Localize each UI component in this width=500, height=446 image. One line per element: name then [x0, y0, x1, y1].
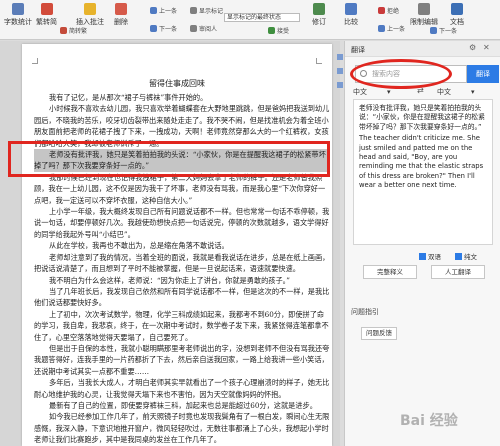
source-lang-label: 中文 — [353, 88, 367, 96]
pointer-icon[interactable] — [337, 54, 343, 60]
ribbon-small-button[interactable]: 接受 — [268, 26, 289, 35]
document-paragraph[interactable]: 老师却注意到了我的情况，当着全班的面说，我就是看我说话在进步，总是在纸上画画，把… — [34, 252, 330, 275]
review-ribbon: 字数统计 繁转简 插入批注 删除 修订 比较 限制编辑 文档 简转繁 上一条 下一条 显示标记 审阅人… — [0, 0, 500, 40]
pane-header: 翻译 ⚙ ✕ — [345, 41, 500, 57]
ribbon-small-button[interactable]: 审阅人 — [190, 24, 217, 33]
feedback-button[interactable]: 问题反馈 — [361, 327, 397, 340]
ribbon-small-label: 下一条 — [159, 26, 178, 33]
document-paragraph[interactable]: 我有了记忆，是从那次“裙子与裤袜”事件开始的。 — [34, 92, 330, 103]
selection-highlight-box — [8, 141, 330, 177]
page-corner-mark — [316, 58, 322, 64]
source-text: 老师没有批评我，她只是笑着拍拍我的头说：“小家伙，你是在提醒我这裙子的松紧带坏掉… — [359, 104, 485, 131]
ribbon-small-button[interactable]: 显示标记 — [190, 6, 223, 15]
ribbon-small-icon — [430, 27, 437, 34]
checkbox-icon — [455, 252, 462, 260]
translation-result[interactable]: 老师没有批评我，她只是笑着拍拍我的头说：“小家伙，你是在提醒我这裙子的松紧带坏掉… — [353, 99, 493, 245]
ribbon-small-label: 简转繁 — [69, 28, 88, 35]
page-corner-mark — [32, 58, 38, 64]
ribbon-small-icon — [150, 25, 157, 32]
document-paragraph[interactable]: 多年后，当我长大成人，才明白老师其实早就看出了一个孩子心理崩溃时的样子，她无比耐… — [34, 377, 330, 400]
human-translate-button[interactable]: 人工翻译 — [431, 265, 485, 279]
document-paragraph[interactable]: 上了初中，次次考试数学，物理，化学三科成绩如起来，我都考不到60分，即使拼了命的… — [34, 309, 330, 343]
ribbon-button-icon — [418, 3, 430, 15]
target-lang-select[interactable]: 中文 ▾ — [437, 87, 475, 97]
section-label: 问题指引 — [351, 308, 379, 316]
translate-pane: 翻译 ⚙ ✕ 搜索内容 翻译 中文 ▾ ⇄ 中文 ▾ 老师没有批评我，她只是笑着… — [344, 41, 500, 446]
ribbon-small-button[interactable]: 简转繁 — [60, 26, 87, 35]
ribbon-button-label: 比较 — [344, 18, 358, 26]
translated-text: The teacher didn't criticize me. She jus… — [359, 134, 484, 190]
ribbon-button-icon — [451, 3, 463, 15]
bilingual-label: 双语 — [428, 253, 441, 261]
ribbon-small-button[interactable]: 上一条 — [378, 24, 405, 33]
ribbon-button-icon — [345, 3, 357, 15]
ribbon-small-icon — [268, 27, 275, 34]
close-icon[interactable]: ✕ — [483, 43, 490, 52]
checkbox-icon — [419, 252, 426, 260]
document-paragraph[interactable]: 最新有了自己的位置，即使要穿裤袜三科，加起来也总是能超过60分，这就是进步。 — [34, 400, 330, 411]
tool-icon[interactable] — [337, 82, 343, 88]
document-paragraph[interactable]: 上小学一年级，我大概终发现自己所有问题说话都不一样。但也常常一句话不乖停顿，我说… — [34, 206, 330, 240]
document-paragraph[interactable]: 当了几年班长后，我发现自己依然和所有同学说话都不一样，但是这次的不一样，是我比他… — [34, 286, 330, 309]
translate-button[interactable]: 翻译 — [467, 65, 499, 83]
ribbon-button-label: 删除 — [114, 18, 128, 26]
ribbon-button-label: 字数统计 — [4, 18, 32, 26]
ribbon-small-label: 上一条 — [387, 26, 406, 33]
ribbon-small-icon — [150, 7, 157, 14]
ribbon-button[interactable]: 字数统计 — [4, 3, 32, 37]
ribbon-small-label: 显示标记 — [199, 8, 224, 15]
ribbon-small-button[interactable]: 下一条 — [150, 24, 177, 33]
ribbon-button-label: 繁转简 — [36, 18, 57, 26]
ribbon-small-button[interactable]: 拒绝 — [378, 6, 399, 15]
ribbon-small-icon — [60, 27, 67, 34]
ribbon-small-label: 接受 — [277, 28, 290, 35]
ribbon-button-icon — [313, 3, 325, 15]
watermark: Bai 经验 — [400, 413, 458, 429]
ribbon-small-label: 拒绝 — [387, 8, 400, 15]
chevron-down-icon: ▾ — [387, 88, 391, 96]
ribbon-small-label: 上一条 — [159, 8, 178, 15]
document-paragraph[interactable]: 从此在学校，我再也不敢出为，总是缩在角落不敢说话。 — [34, 240, 330, 251]
ribbon-small-icon — [190, 7, 197, 14]
pure-option[interactable]: 纯文 — [455, 251, 477, 261]
side-tool-strip — [337, 50, 344, 170]
ribbon-button[interactable]: 比较 — [344, 3, 358, 37]
pane-title: 翻译 — [351, 46, 365, 54]
ribbon-small-button[interactable]: 上一条 — [150, 6, 177, 15]
ribbon-small-label: 下一条 — [439, 28, 458, 35]
document-page[interactable]: 留得住事成回味 我有了记忆，是从那次“裙子与裤袜”事件开始的。 小时候我不喜欢去幼… — [22, 44, 332, 446]
ribbon-small-icon — [190, 25, 197, 32]
ribbon-button-label: 修订 — [312, 18, 326, 26]
document-paragraph[interactable]: 如今我已经参加工作几年了，前天照镜子时竟也发现我鬓角有了一根白发，瞬间心生无限感… — [34, 411, 330, 445]
swap-languages-icon[interactable]: ⇄ — [417, 86, 424, 95]
ribbon-button[interactable]: 繁转简 — [36, 3, 57, 37]
target-lang-label: 中文 — [437, 88, 451, 96]
document-paragraph[interactable]: 我不明白为什么会这样，老师说：“因为你走上了讲台，你就是勇敢的孩子。” — [34, 275, 330, 286]
ribbon-button-icon — [12, 3, 24, 15]
source-lang-select[interactable]: 中文 ▾ — [353, 87, 391, 97]
ribbon-small-icon — [378, 25, 385, 32]
ribbon-button[interactable]: 删除 — [114, 3, 128, 37]
pure-label: 纯文 — [464, 253, 477, 261]
markup-display-select[interactable]: 显示标记的最终状态 — [224, 13, 300, 22]
search-highlight-oval — [350, 59, 452, 89]
full-definition-button[interactable]: 完整释义 — [363, 265, 417, 279]
tool-icon[interactable] — [337, 68, 343, 74]
ribbon-button-icon — [115, 3, 127, 15]
chevron-down-icon: ▾ — [471, 88, 475, 96]
bilingual-option[interactable]: 双语 — [419, 251, 441, 261]
settings-icon[interactable]: ⚙ — [469, 43, 476, 52]
ribbon-small-button[interactable]: 下一条 — [430, 26, 457, 35]
ribbon-button-icon — [84, 3, 96, 15]
ribbon-small-icon — [378, 7, 385, 14]
ribbon-button-icon — [40, 3, 53, 15]
ribbon-small-label: 审阅人 — [199, 26, 218, 33]
document-paragraph[interactable]: 但是出于自保的本性，我就小聪明瞒那里考老师说出的字，没想到老师不但没有骂我还夸我… — [34, 343, 330, 377]
document-title: 留得住事成回味 — [149, 79, 205, 88]
ribbon-button[interactable]: 修订 — [312, 3, 326, 37]
